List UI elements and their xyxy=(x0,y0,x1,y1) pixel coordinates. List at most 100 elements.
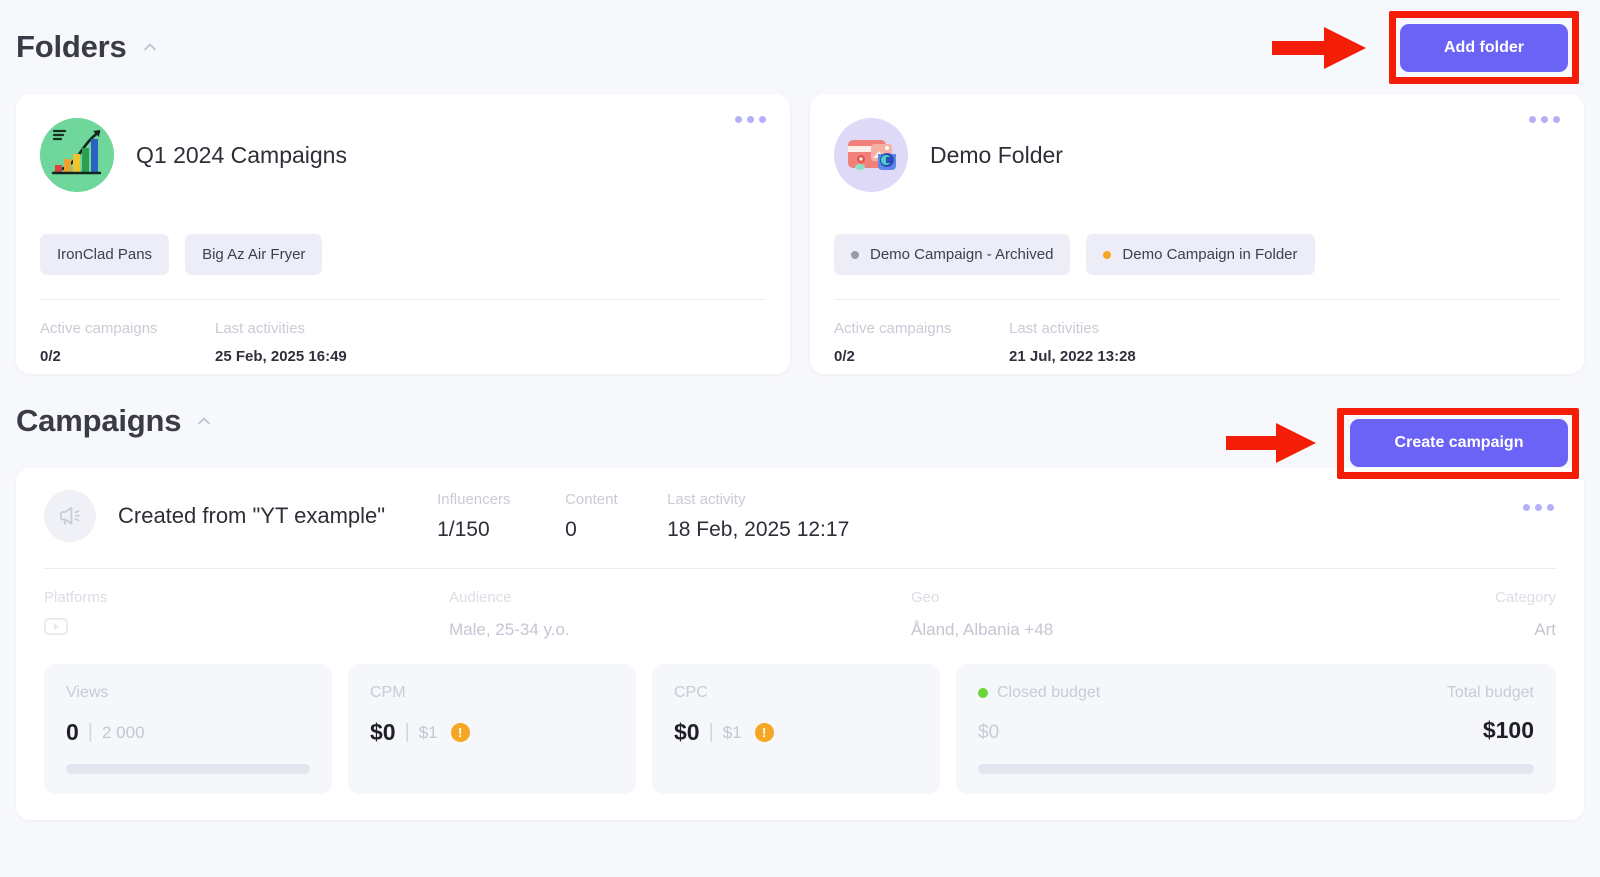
folders-section-header: Folders xyxy=(16,0,1584,94)
divider xyxy=(40,299,766,300)
tile-values: $0 | $1 ! xyxy=(370,719,614,746)
progress-bar xyxy=(978,764,1534,774)
stat-label: Last activities xyxy=(215,320,347,337)
attribute-value: Art xyxy=(1495,620,1556,640)
campaign-header: Created from "YT example" Influencers 1/… xyxy=(44,490,1556,542)
attribute-label: Audience xyxy=(449,589,911,606)
warning-icon[interactable]: ! xyxy=(451,723,470,742)
stat-value: 0/2 xyxy=(40,348,215,365)
folder-stats: Active campaigns 0/2 Last activities 25 … xyxy=(40,320,766,365)
folder-stat-last-activity: Last activities 25 Feb, 2025 16:49 xyxy=(215,320,347,365)
campaign-metrics: Influencers 1/150 Content 0 Last activit… xyxy=(437,491,849,542)
tile-label: Views xyxy=(66,684,310,702)
chevron-up-icon[interactable] xyxy=(141,38,159,56)
folder-campaign-tags: Demo Campaign - Archived Demo Campaign i… xyxy=(834,234,1560,275)
tile-main-value: $0 xyxy=(674,719,700,746)
attribute-label: Platforms xyxy=(44,589,449,606)
status-dot xyxy=(851,251,859,259)
campaign-tag-label: IronClad Pans xyxy=(57,246,152,263)
more-options-icon[interactable] xyxy=(1523,504,1554,511)
stat-label: Active campaigns xyxy=(834,320,1009,337)
attribute-category: Category Art xyxy=(1495,589,1556,640)
divider xyxy=(834,299,1560,300)
status-dot xyxy=(978,688,988,698)
wallet-card-avatar xyxy=(834,118,908,192)
folder-stats: Active campaigns 0/2 Last activities 21 … xyxy=(834,320,1560,365)
tile-values: 0 | 2 000 xyxy=(66,719,310,746)
stat-value: 0/2 xyxy=(834,348,1009,365)
folder-card[interactable]: Q1 2024 Campaigns IronClad Pans Big Az A… xyxy=(16,94,790,374)
metric-label: Influencers xyxy=(437,491,565,508)
folder-stat-last-activity: Last activities 21 Jul, 2022 13:28 xyxy=(1009,320,1136,365)
tile-cpc: CPC $0 | $1 ! xyxy=(652,664,940,794)
campaign-tag-label: Demo Campaign in Folder xyxy=(1122,246,1297,263)
attribute-value: Åland, Albania +48 xyxy=(911,620,1495,640)
tile-divider: | xyxy=(88,721,93,744)
campaign-tag-label: Big Az Air Fryer xyxy=(202,246,305,263)
tile-label: CPC xyxy=(674,684,918,702)
more-options-icon[interactable] xyxy=(735,116,766,123)
page-root: Folders Add folder xyxy=(0,0,1600,877)
campaign-tag[interactable]: Demo Campaign in Folder xyxy=(1086,234,1314,275)
tile-views: Views 0 | 2 000 xyxy=(44,664,332,794)
stat-value: 21 Jul, 2022 13:28 xyxy=(1009,348,1136,365)
folder-stat-active: Active campaigns 0/2 xyxy=(834,320,1009,365)
folder-name: Demo Folder xyxy=(930,142,1063,169)
metric-label: Last activity xyxy=(667,491,849,508)
campaigns-title: Campaigns xyxy=(16,403,181,439)
attribute-platforms: Platforms xyxy=(44,589,449,640)
folder-card[interactable]: Demo Folder Demo Campaign - Archived Dem… xyxy=(810,94,1584,374)
divider xyxy=(44,568,1556,569)
campaign-tag-label: Demo Campaign - Archived xyxy=(870,246,1053,263)
tile-target-value: 2 000 xyxy=(102,723,145,743)
attribute-value: Male, 25-34 y.o. xyxy=(449,620,911,640)
total-budget-label: Total budget xyxy=(1447,684,1534,702)
tile-label: CPM xyxy=(370,684,614,702)
folder-name: Q1 2024 Campaigns xyxy=(136,142,347,169)
stat-value: 25 Feb, 2025 16:49 xyxy=(215,348,347,365)
create-campaign-button[interactable]: Create campaign xyxy=(1350,419,1568,467)
growth-chart-avatar xyxy=(40,118,114,192)
folder-header: Demo Folder xyxy=(834,118,1560,192)
tile-divider: | xyxy=(709,721,714,744)
budget-values: $0 $100 xyxy=(978,717,1534,744)
folder-stat-active: Active campaigns 0/2 xyxy=(40,320,215,365)
budget-spent-value: $0 xyxy=(978,722,999,744)
tile-target-value: $1 xyxy=(723,723,742,743)
attribute-audience: Audience Male, 25-34 y.o. xyxy=(449,589,911,640)
more-options-icon[interactable] xyxy=(1529,116,1560,123)
tile-target-value: $1 xyxy=(419,723,438,743)
stat-label: Last activities xyxy=(1009,320,1136,337)
stat-label: Active campaigns xyxy=(40,320,215,337)
campaign-tag[interactable]: IronClad Pans xyxy=(40,234,169,275)
add-folder-button[interactable]: Add folder xyxy=(1400,24,1568,72)
folder-campaign-tags: IronClad Pans Big Az Air Fryer xyxy=(40,234,766,275)
metric-value: 1/150 xyxy=(437,518,565,542)
campaign-attributes: Platforms Audience Male, 25-34 y.o. Geo … xyxy=(44,589,1556,640)
youtube-icon xyxy=(44,618,449,640)
warning-icon[interactable]: ! xyxy=(755,723,774,742)
campaign-title: Created from "YT example" xyxy=(118,503,385,529)
metric-label: Content xyxy=(565,491,667,508)
campaign-tag[interactable]: Big Az Air Fryer xyxy=(185,234,322,275)
attribute-label: Category xyxy=(1495,589,1556,606)
chevron-up-icon[interactable] xyxy=(195,412,213,430)
status-dot xyxy=(1103,251,1111,259)
tile-values: $0 | $1 ! xyxy=(674,719,918,746)
tile-cpm: CPM $0 | $1 ! xyxy=(348,664,636,794)
tile-divider: | xyxy=(405,721,410,744)
metric-last-activity: Last activity 18 Feb, 2025 12:17 xyxy=(667,491,849,542)
campaign-card[interactable]: Created from "YT example" Influencers 1/… xyxy=(16,468,1584,820)
metric-value: 0 xyxy=(565,518,667,542)
metric-value: 18 Feb, 2025 12:17 xyxy=(667,518,849,542)
campaign-tag[interactable]: Demo Campaign - Archived xyxy=(834,234,1070,275)
progress-bar xyxy=(66,764,310,774)
budget-status: Closed budget xyxy=(978,684,1100,702)
attribute-label: Geo xyxy=(911,589,1495,606)
budget-status-label: Closed budget xyxy=(997,684,1100,702)
tile-budget: Closed budget Total budget $0 $100 xyxy=(956,664,1556,794)
folder-header: Q1 2024 Campaigns xyxy=(40,118,766,192)
tile-main-value: $0 xyxy=(370,719,396,746)
campaign-metric-tiles: Views 0 | 2 000 CPM $0 | $1 ! xyxy=(44,664,1556,794)
tile-main-value: 0 xyxy=(66,719,79,746)
